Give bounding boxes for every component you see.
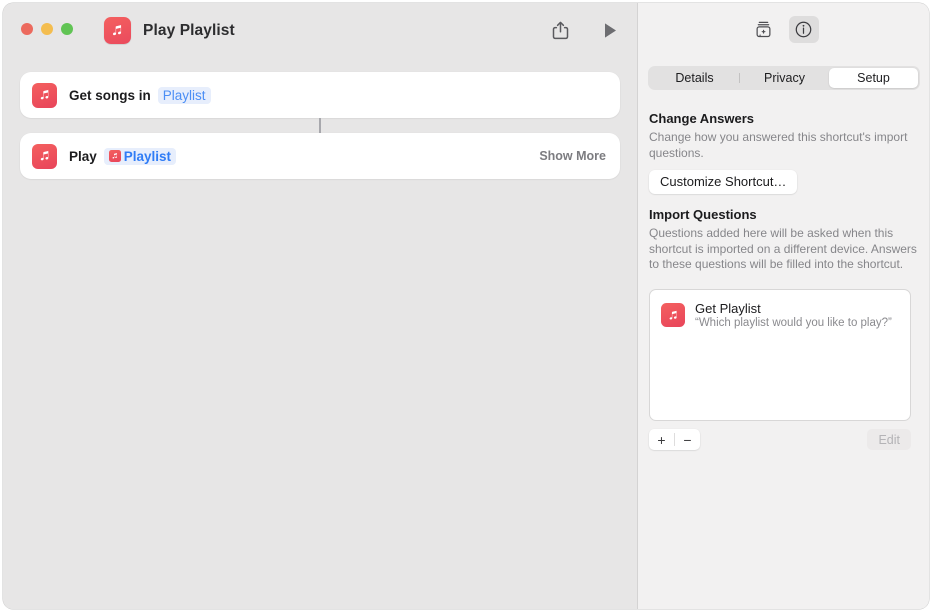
music-note-icon — [32, 82, 57, 108]
inspector-toolbar — [638, 16, 929, 43]
music-note-icon — [104, 17, 131, 44]
play-icon[interactable] — [597, 17, 623, 43]
import-questions-list[interactable]: Get Playlist “Which playlist would you l… — [649, 289, 911, 421]
change-answers-title: Change Answers — [649, 111, 754, 126]
action-list: Get songs in Playlist Play Playlist Show… — [20, 72, 620, 179]
page-title: Play Playlist — [143, 21, 235, 39]
inspector-sidebar: Details Privacy Setup Change Answers Cha… — [637, 3, 929, 609]
tab-details[interactable]: Details — [650, 68, 739, 88]
action-parameter-token[interactable]: Playlist — [157, 86, 211, 104]
show-more-button[interactable]: Show More — [539, 149, 606, 163]
question-text: Get Playlist “Which playlist would you l… — [695, 301, 892, 329]
action-title: Get songs in — [69, 87, 151, 103]
editor-canvas: Play Playlist Get songs in Playlist Play… — [3, 3, 637, 609]
title-bar: Play Playlist — [3, 3, 637, 59]
zoom-button[interactable] — [61, 23, 73, 35]
question-prompt: “Which playlist would you like to play?” — [695, 317, 892, 329]
action-variable-token[interactable]: Playlist — [103, 147, 177, 165]
remove-question-button[interactable]: − — [675, 429, 700, 450]
import-questions-description: Questions added here will be asked when … — [649, 226, 917, 271]
music-note-icon — [32, 143, 57, 169]
action-row-play[interactable]: Play Playlist Show More — [20, 133, 620, 179]
shortcuts-window: Play Playlist Get songs in Playlist Play… — [3, 3, 929, 609]
import-questions-section: Import Questions Questions added here wi… — [649, 207, 919, 273]
add-question-button[interactable]: + — [649, 429, 674, 450]
variable-name: Playlist — [123, 148, 172, 164]
import-questions-title: Import Questions — [649, 207, 757, 222]
action-connector — [319, 118, 321, 133]
action-title: Play — [69, 148, 97, 164]
change-answers-description: Change how you answered this shortcut's … — [649, 130, 908, 160]
action-label: Get songs in Playlist — [69, 86, 211, 104]
question-title: Get Playlist — [695, 301, 761, 316]
list-item[interactable]: Get Playlist “Which playlist would you l… — [650, 290, 910, 329]
traffic-lights — [21, 23, 73, 35]
add-action-icon[interactable] — [749, 16, 779, 43]
customize-shortcut-button[interactable]: Customize Shortcut… — [649, 170, 798, 194]
tab-setup[interactable]: Setup — [829, 68, 918, 88]
tab-privacy[interactable]: Privacy — [740, 68, 829, 88]
action-label: Play Playlist — [69, 147, 177, 165]
inspector-tabs: Details Privacy Setup — [648, 66, 920, 90]
window-title-group: Play Playlist — [104, 17, 235, 44]
action-row-get-songs[interactable]: Get songs in Playlist — [20, 72, 620, 118]
import-questions-footer: + − Edit — [649, 429, 911, 450]
edit-question-button[interactable]: Edit — [867, 429, 911, 450]
minimize-button[interactable] — [41, 23, 53, 35]
change-answers-section: Change Answers Change how you answered t… — [649, 111, 919, 194]
window-toolbar — [547, 17, 623, 43]
music-note-icon — [661, 303, 685, 327]
share-icon[interactable] — [547, 17, 573, 43]
add-remove-group: + − — [649, 429, 700, 450]
music-note-icon — [108, 150, 121, 162]
info-circle-icon[interactable] — [788, 16, 819, 43]
close-button[interactable] — [21, 23, 33, 35]
